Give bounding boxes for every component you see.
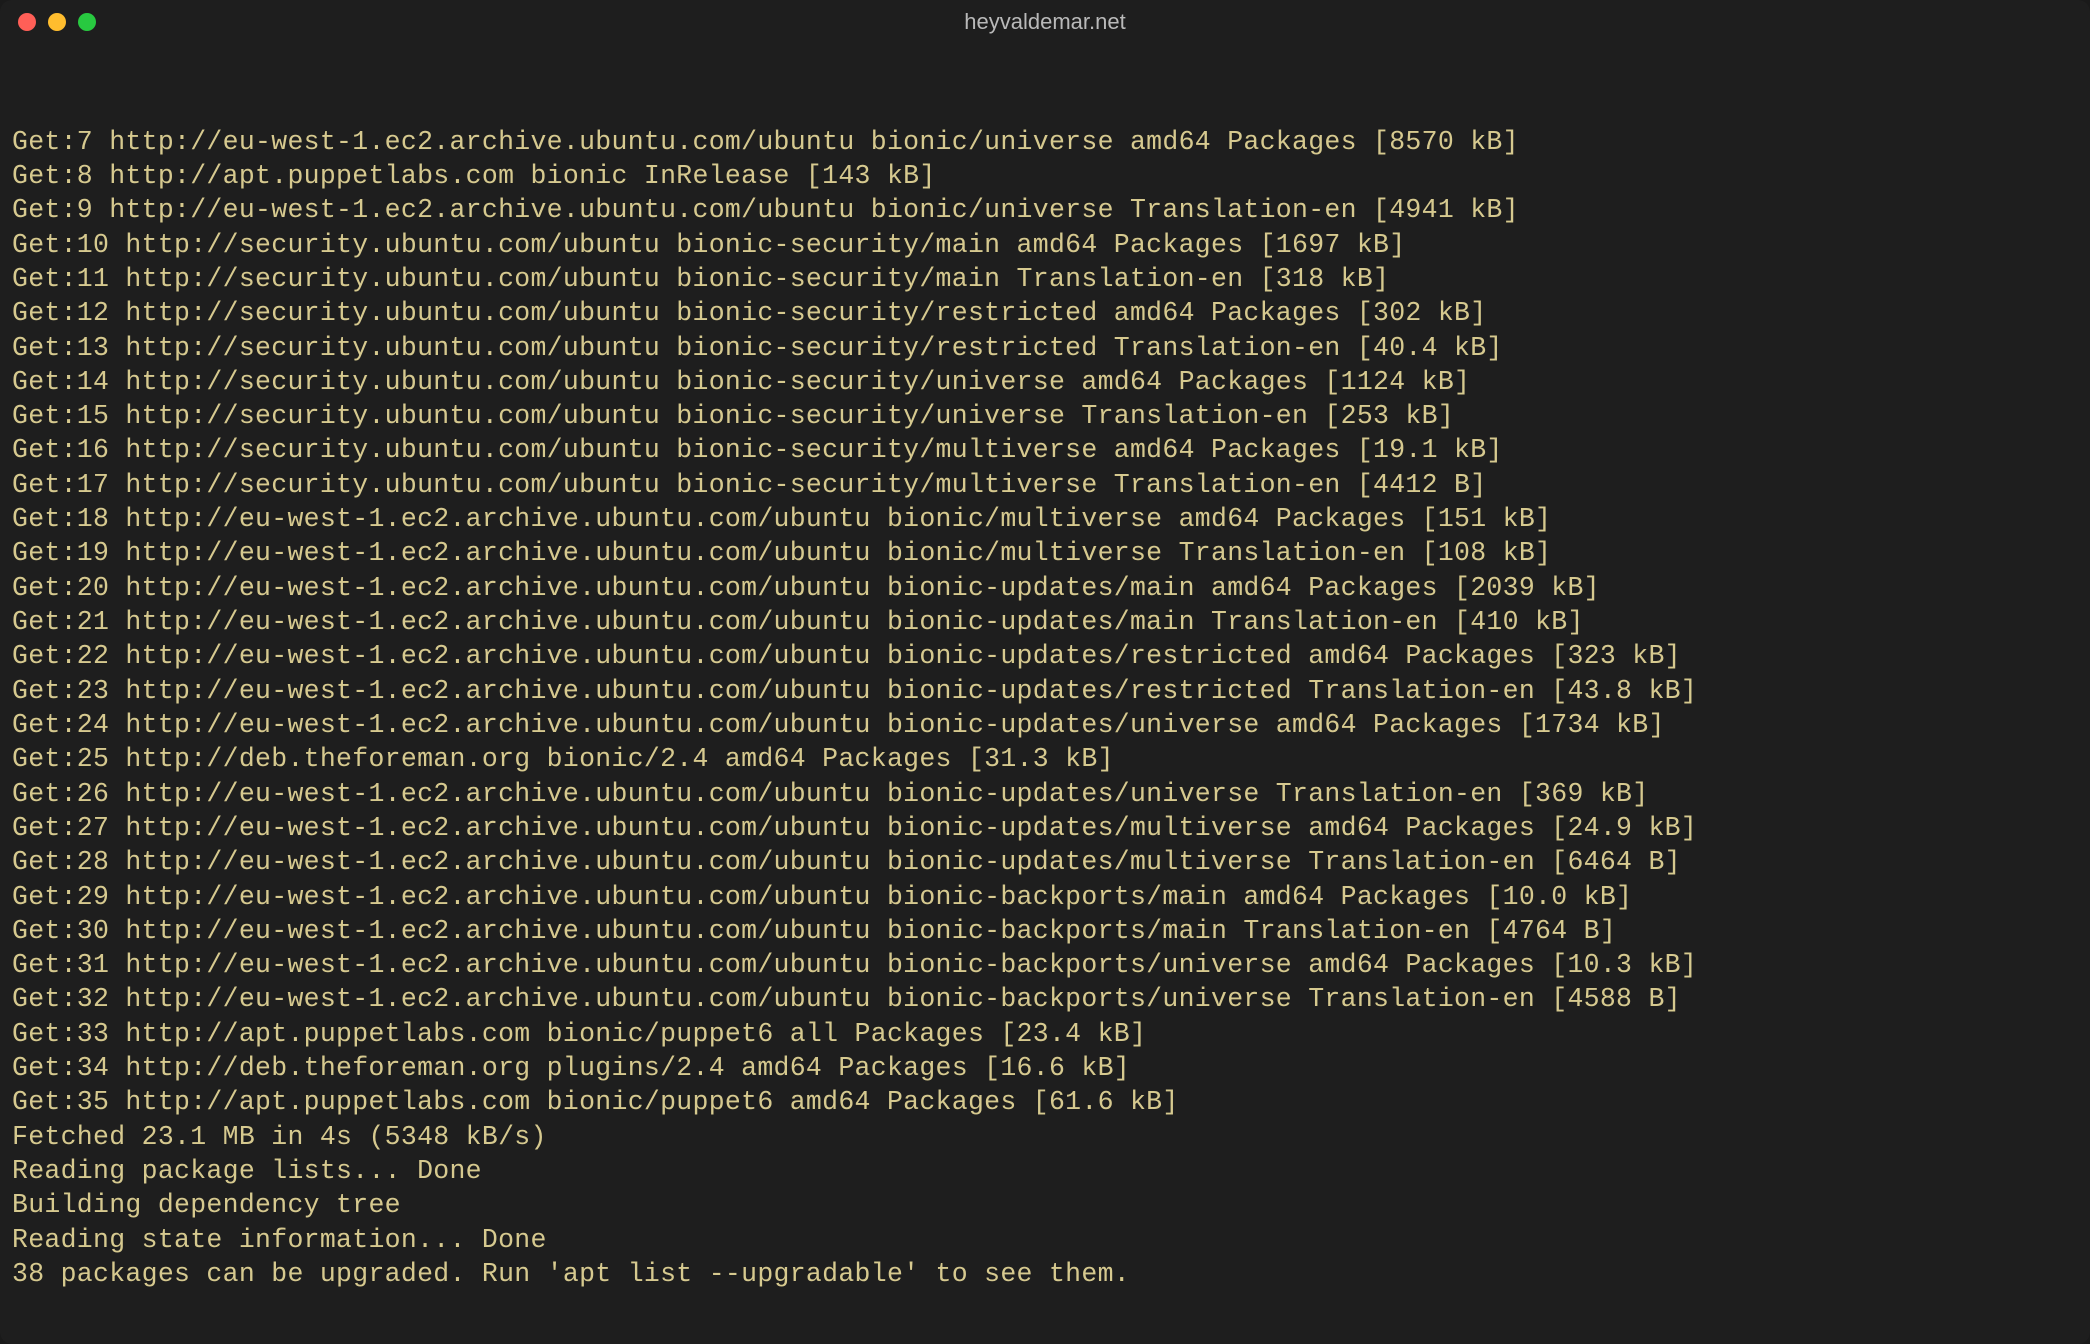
minimize-button[interactable] — [48, 13, 66, 31]
output-line: Get:24 http://eu-west-1.ec2.archive.ubun… — [12, 708, 2078, 742]
output-line: Get:20 http://eu-west-1.ec2.archive.ubun… — [12, 571, 2078, 605]
output-line: Get:17 http://security.ubuntu.com/ubuntu… — [12, 468, 2078, 502]
output-line: Get:35 http://apt.puppetlabs.com bionic/… — [12, 1085, 2078, 1119]
terminal-body[interactable]: Get:7 http://eu-west-1.ec2.archive.ubunt… — [0, 44, 2090, 1344]
output-line: Get:13 http://security.ubuntu.com/ubuntu… — [12, 331, 2078, 365]
output-line: Get:33 http://apt.puppetlabs.com bionic/… — [12, 1017, 2078, 1051]
output-line: Get:29 http://eu-west-1.ec2.archive.ubun… — [12, 880, 2078, 914]
output-line: Get:12 http://security.ubuntu.com/ubuntu… — [12, 296, 2078, 330]
zoom-button[interactable] — [78, 13, 96, 31]
output-line: Get:26 http://eu-west-1.ec2.archive.ubun… — [12, 777, 2078, 811]
output-line: Get:11 http://security.ubuntu.com/ubuntu… — [12, 262, 2078, 296]
output-line: Reading package lists... Done — [12, 1154, 2078, 1188]
output-line: Reading state information... Done — [12, 1223, 2078, 1257]
output-line: Get:8 http://apt.puppetlabs.com bionic I… — [12, 159, 2078, 193]
window-title: heyvaldemar.net — [964, 9, 1125, 35]
output-line: Get:10 http://security.ubuntu.com/ubuntu… — [12, 228, 2078, 262]
output-line: Get:16 http://security.ubuntu.com/ubuntu… — [12, 433, 2078, 467]
output-line: Get:34 http://deb.theforeman.org plugins… — [12, 1051, 2078, 1085]
output-line: Get:25 http://deb.theforeman.org bionic/… — [12, 742, 2078, 776]
output-line: Get:32 http://eu-west-1.ec2.archive.ubun… — [12, 982, 2078, 1016]
output-line: Get:18 http://eu-west-1.ec2.archive.ubun… — [12, 502, 2078, 536]
output-line: Get:19 http://eu-west-1.ec2.archive.ubun… — [12, 536, 2078, 570]
output-line: Get:31 http://eu-west-1.ec2.archive.ubun… — [12, 948, 2078, 982]
terminal-output: Get:7 http://eu-west-1.ec2.archive.ubunt… — [12, 125, 2078, 1292]
output-line: Get:22 http://eu-west-1.ec2.archive.ubun… — [12, 639, 2078, 673]
terminal-window: heyvaldemar.net Get:7 http://eu-west-1.e… — [0, 0, 2090, 1344]
output-line: Get:27 http://eu-west-1.ec2.archive.ubun… — [12, 811, 2078, 845]
output-line: Get:7 http://eu-west-1.ec2.archive.ubunt… — [12, 125, 2078, 159]
output-line: Get:21 http://eu-west-1.ec2.archive.ubun… — [12, 605, 2078, 639]
output-line: 38 packages can be upgraded. Run 'apt li… — [12, 1257, 2078, 1291]
output-line: Get:28 http://eu-west-1.ec2.archive.ubun… — [12, 845, 2078, 879]
output-line: Fetched 23.1 MB in 4s (5348 kB/s) — [12, 1120, 2078, 1154]
output-line: Get:15 http://security.ubuntu.com/ubuntu… — [12, 399, 2078, 433]
window-controls — [18, 13, 96, 31]
title-bar: heyvaldemar.net — [0, 0, 2090, 44]
output-line: Get:9 http://eu-west-1.ec2.archive.ubunt… — [12, 193, 2078, 227]
output-line: Building dependency tree — [12, 1188, 2078, 1222]
close-button[interactable] — [18, 13, 36, 31]
output-line: Get:14 http://security.ubuntu.com/ubuntu… — [12, 365, 2078, 399]
output-line: Get:23 http://eu-west-1.ec2.archive.ubun… — [12, 674, 2078, 708]
output-line: Get:30 http://eu-west-1.ec2.archive.ubun… — [12, 914, 2078, 948]
